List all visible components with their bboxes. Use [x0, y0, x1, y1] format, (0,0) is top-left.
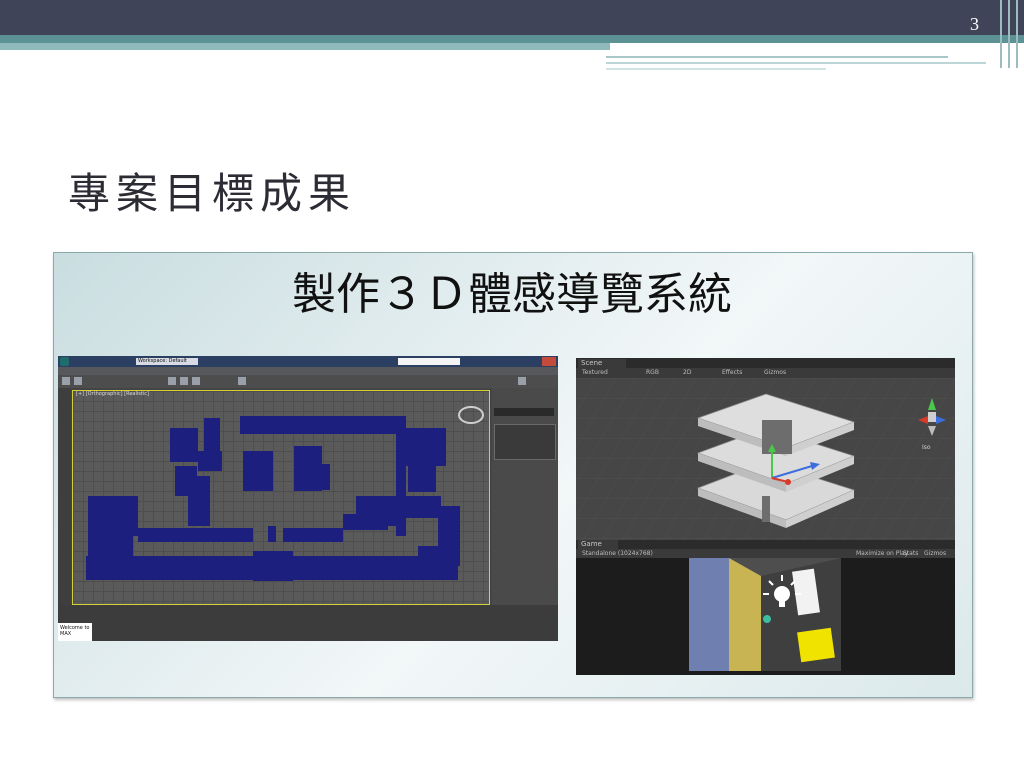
scene-drawing: [576, 378, 955, 540]
slide-accent-stripe: [606, 62, 986, 64]
workspace-dropdown[interactable]: Workspace: Default: [136, 358, 198, 365]
2d-toggle[interactable]: 2D: [683, 368, 691, 378]
app-logo-icon: [60, 357, 69, 366]
welcome-box: Welcome to MAX: [58, 623, 92, 641]
game-controls: Standalone (1024x768) Maximize on Play S…: [576, 549, 955, 558]
menu-bar: [58, 367, 558, 375]
model-wall-block: [204, 418, 220, 452]
window-close-icon[interactable]: [542, 357, 556, 366]
slide-accent-vertical-line: [1016, 0, 1018, 68]
gizmos-dropdown[interactable]: Gizmos: [764, 368, 786, 378]
command-panel: [492, 388, 558, 605]
slide-title: 專案目標成果: [68, 169, 357, 218]
app-title-bar: Workspace: Default: [58, 356, 558, 367]
move-tool-icon[interactable]: [168, 377, 176, 385]
model-wall-block: [268, 526, 276, 542]
yellow-cube: [797, 627, 835, 663]
model-wall-block: [243, 451, 273, 491]
game-gizmos-toggle[interactable]: Gizmos: [924, 549, 946, 558]
model-wall-block: [320, 464, 330, 490]
blue-wall: [689, 558, 729, 671]
page-number: 3: [970, 14, 979, 34]
iso-label: Iso: [922, 444, 931, 451]
select-tool-icon[interactable]: [62, 377, 70, 385]
model-wall-block: [170, 428, 198, 462]
left-strip: [58, 388, 71, 605]
search-input[interactable]: [398, 358, 460, 365]
slide-accent-vertical-line: [1008, 0, 1010, 68]
scene-controls: Textured RGB 2D Effects Gizmos: [576, 368, 955, 378]
model-wall-block: [418, 546, 448, 560]
slide-accent-stripe: [606, 68, 826, 70]
viewport-label[interactable]: [+] [Orthographic] [Realistic]: [76, 391, 149, 397]
scene-tab-bar: Scene: [576, 358, 955, 368]
slide-accent-vertical-line: [1000, 0, 1002, 68]
model-wall-block: [403, 496, 441, 518]
model-wall-block: [188, 476, 210, 526]
view-cube-icon[interactable]: [458, 406, 484, 424]
modeling-app-screenshot: Workspace: Default [+] [Orthographic] [R…: [58, 356, 558, 641]
modifier-stack[interactable]: [494, 424, 556, 460]
model-wall-block: [283, 528, 343, 542]
link-tool-icon[interactable]: [74, 377, 82, 385]
slide-accent-stripe: [606, 56, 948, 58]
panel-heading: 製作３Ｄ體感導覽系統: [292, 269, 732, 320]
slide-accent-band: [0, 35, 1024, 43]
model-wall-block: [294, 446, 322, 491]
column-stem: [762, 496, 770, 522]
snap-tool-icon[interactable]: [238, 377, 246, 385]
effects-dropdown[interactable]: Effects: [722, 368, 742, 378]
player-sphere: [763, 615, 771, 623]
scene-view[interactable]: Iso: [576, 378, 955, 540]
game-engine-screenshot: Scene Textured RGB 2D Effects Gizmos Iso…: [576, 358, 955, 675]
modifier-list-dropdown[interactable]: [494, 408, 554, 416]
column-block: [762, 420, 792, 454]
game-tab-bar: Game: [576, 540, 955, 549]
model-wall-block: [240, 416, 396, 434]
rotate-tool-icon[interactable]: [180, 377, 188, 385]
model-wall-block: [138, 528, 253, 542]
slide-top-bar: [0, 0, 1024, 35]
scale-tool-icon[interactable]: [192, 377, 200, 385]
scene-tab[interactable]: Scene: [578, 359, 626, 368]
stats-toggle[interactable]: Stats: [903, 549, 918, 558]
rgb-dropdown[interactable]: RGB: [646, 368, 659, 378]
game-view[interactable]: [689, 558, 841, 671]
model-wall-block: [253, 551, 293, 581]
render-tool-icon[interactable]: [518, 377, 526, 385]
model-wall-block: [406, 428, 446, 466]
model-wall-block: [396, 416, 406, 536]
model-wall-block: [88, 496, 138, 536]
status-bar: [58, 605, 558, 641]
model-wall-block: [408, 466, 436, 492]
model-wall-block: [88, 536, 133, 558]
game-tab[interactable]: Game: [578, 540, 618, 549]
main-toolbar: [58, 375, 558, 388]
slide-accent-band-light: [0, 43, 610, 50]
model-wall-block: [198, 451, 222, 471]
resolution-dropdown[interactable]: Standalone (1024x768): [582, 549, 653, 558]
scene-mode-dropdown[interactable]: Textured: [582, 368, 608, 378]
yellow-wall: [729, 558, 761, 671]
game-drawing: [689, 558, 841, 671]
model-wall-block: [356, 496, 396, 526]
maximize-on-play-toggle[interactable]: Maximize on Play: [856, 549, 908, 558]
